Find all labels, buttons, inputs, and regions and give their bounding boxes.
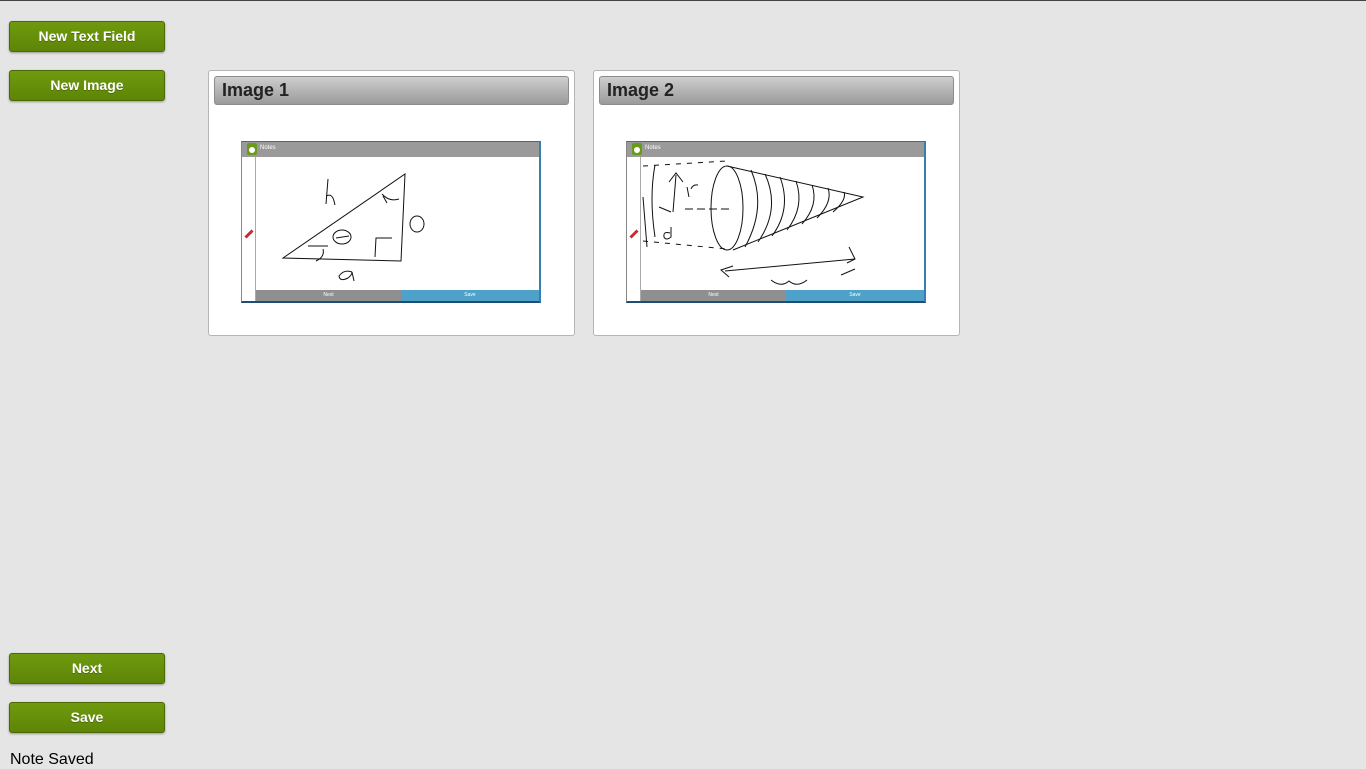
status-message: Note Saved — [10, 751, 94, 768]
image-card-title: Image 2 — [599, 76, 954, 105]
app-icon — [632, 143, 642, 155]
thumbnail-title-bar: Notes — [242, 142, 539, 157]
image-thumbnail[interactable]: Notes Next Save — [241, 141, 541, 303]
thumbnail-next-button: Next — [641, 290, 786, 301]
thumbnail-sidebar — [242, 157, 256, 301]
thumbnail-save-button: Save — [786, 290, 924, 301]
thumbnail-next-button: Next — [256, 290, 401, 301]
new-image-button[interactable]: New Image — [9, 70, 165, 101]
pencil-icon — [629, 229, 639, 239]
sketch-drawing — [281, 173, 425, 282]
thumbnail-sidebar — [627, 157, 641, 301]
pencil-icon — [244, 229, 254, 239]
save-button[interactable]: Save — [9, 702, 165, 733]
thumbnail-app-title: Notes — [260, 145, 276, 151]
image-card: Image 2 Notes Next Save — [593, 70, 960, 336]
image-thumbnail[interactable]: Notes Next Save — [626, 141, 926, 303]
new-text-field-button[interactable]: New Text Field — [9, 21, 165, 52]
image-card-title: Image 1 — [214, 76, 569, 105]
next-button[interactable]: Next — [9, 653, 165, 684]
thumbnail-app-title: Notes — [645, 145, 661, 151]
thumbnail-save-button: Save — [401, 290, 539, 301]
image-card: Image 1 Notes Next Save — [208, 70, 575, 336]
sketch-drawing — [642, 160, 865, 285]
app-icon — [247, 143, 257, 155]
thumbnail-title-bar: Notes — [627, 142, 924, 157]
